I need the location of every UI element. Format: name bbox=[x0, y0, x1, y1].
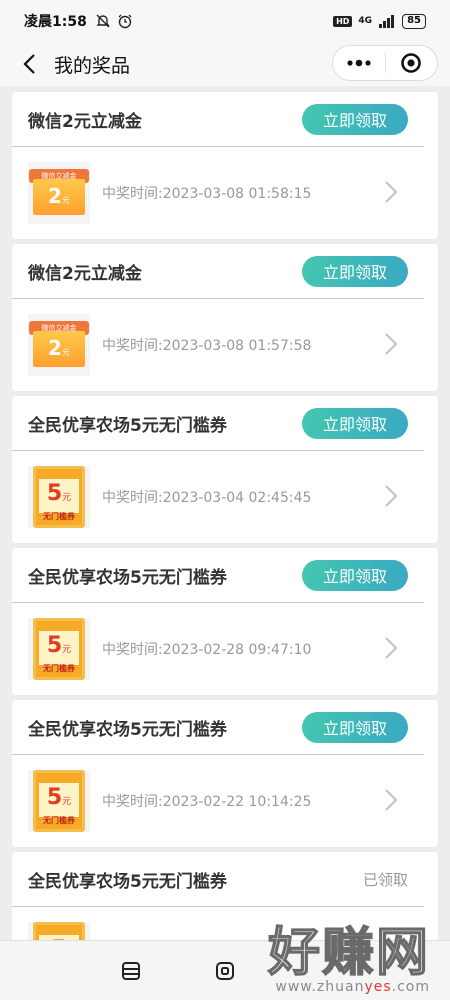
prize-thumbnail: 微信立减金 2元 bbox=[28, 162, 90, 224]
prize-title: 全民优享农场5元无门槛券 bbox=[28, 567, 227, 588]
mini-program-capsule bbox=[332, 45, 438, 81]
prize-thumbnail: 5元 无门槛券 bbox=[28, 466, 90, 528]
coupon-unit: 元 bbox=[62, 493, 72, 503]
signal-icon bbox=[379, 15, 395, 28]
prize-card: 全民优享农场5元无门槛券 立即领取 5元 无门槛券 中奖时间:2023-03-0… bbox=[12, 396, 438, 543]
back-arrow-icon[interactable] bbox=[12, 46, 48, 82]
coupon-label: 无门槛券 bbox=[43, 512, 75, 521]
coupon-amount: 2 bbox=[48, 184, 62, 208]
coupon-label: 无门槛券 bbox=[43, 816, 75, 825]
prize-thumbnail: 5元 无门槛券 bbox=[28, 618, 90, 680]
farm-coupon-image: 5元 无门槛券 bbox=[33, 618, 85, 680]
prize-card: 全民优享农场5元无门槛券 立即领取 5元 无门槛券 中奖时间:2023-02-2… bbox=[12, 700, 438, 847]
wechat-coupon-image: 微信立减金 2元 bbox=[29, 165, 89, 221]
prize-card-body[interactable]: 微信立减金 2元 中奖时间:2023-03-08 01:58:15 bbox=[12, 147, 438, 239]
win-time: 中奖时间:2023-02-22 10:14:25 bbox=[102, 794, 312, 810]
claim-button[interactable]: 立即领取 bbox=[302, 255, 408, 287]
coupon-amount: 2 bbox=[48, 336, 62, 360]
page-title: 我的奖品 bbox=[54, 54, 131, 77]
coupon-unit: 元 bbox=[62, 797, 72, 807]
claimed-status: 已领取 bbox=[362, 870, 408, 889]
chevron-right-icon[interactable] bbox=[384, 788, 398, 812]
prize-thumbnail: 5元 无门槛券 bbox=[28, 770, 90, 832]
prize-card-header: 微信2元立减金 立即领取 bbox=[12, 92, 424, 147]
prize-title: 全民优享农场5元无门槛券 bbox=[28, 719, 227, 740]
watermark-brand: 好赚网 bbox=[267, 922, 430, 984]
coupon-amount: 5 bbox=[46, 785, 63, 810]
claim-button[interactable]: 立即领取 bbox=[302, 711, 408, 743]
prize-card-body[interactable]: 5元 无门槛券 中奖时间:2023-02-28 09:47:10 bbox=[12, 603, 438, 695]
alarm-icon bbox=[118, 14, 132, 29]
target-circle-icon[interactable] bbox=[386, 46, 438, 80]
mute-bell-icon bbox=[96, 14, 110, 28]
site-watermark: 好赚网 www.zhuanyes.com bbox=[267, 910, 430, 995]
chevron-right-icon[interactable] bbox=[384, 180, 398, 204]
prize-card-header: 全民优享农场5元无门槛券 立即领取 bbox=[12, 548, 424, 603]
coupon-amount: 5 bbox=[46, 633, 63, 658]
home-square-icon[interactable] bbox=[215, 961, 235, 981]
chevron-right-icon[interactable] bbox=[384, 636, 398, 660]
chevron-right-icon[interactable] bbox=[384, 484, 398, 508]
watermark-url: www.zhuanyes.com bbox=[275, 979, 430, 995]
prize-list: 微信2元立减金 立即领取 微信立减金 2元 中奖时间:2023-03-08 01… bbox=[12, 92, 438, 1000]
prize-title: 微信2元立减金 bbox=[28, 111, 142, 132]
win-time: 中奖时间:2023-03-08 01:57:58 bbox=[102, 338, 312, 354]
win-time: 中奖时间:2023-03-04 02:45:45 bbox=[102, 490, 312, 506]
win-time: 中奖时间:2023-03-08 01:58:15 bbox=[102, 186, 312, 202]
claim-button[interactable]: 立即领取 bbox=[302, 559, 408, 591]
hd-badge: HD bbox=[333, 15, 353, 27]
battery-icon: 85 bbox=[402, 13, 426, 29]
status-bar: 凌晨1:58 HD 4G 85 bbox=[0, 0, 450, 42]
prize-title: 全民优享农场5元无门槛券 bbox=[28, 871, 227, 892]
status-time: 凌晨1:58 bbox=[24, 14, 87, 30]
prize-card: 全民优享农场5元无门槛券 立即领取 5元 无门槛券 中奖时间:2023-02-2… bbox=[12, 548, 438, 695]
coupon-unit: 元 bbox=[61, 196, 70, 205]
prize-thumbnail: 微信立减金 2元 bbox=[28, 314, 90, 376]
claim-button[interactable]: 立即领取 bbox=[302, 407, 408, 439]
coupon-amount: 5 bbox=[46, 481, 63, 506]
prize-card-body[interactable]: 微信立减金 2元 中奖时间:2023-03-08 01:57:58 bbox=[12, 299, 438, 391]
chevron-right-icon[interactable] bbox=[384, 332, 398, 356]
prize-title: 全民优享农场5元无门槛券 bbox=[28, 415, 227, 436]
coupon-label: 无门槛券 bbox=[43, 664, 75, 673]
prize-card-header: 全民优享农场5元无门槛券 已领取 bbox=[12, 852, 424, 907]
farm-coupon-image: 5元 无门槛券 bbox=[33, 466, 85, 528]
prize-title: 微信2元立减金 bbox=[28, 263, 142, 284]
prize-card-header: 全民优享农场5元无门槛券 立即领取 bbox=[12, 396, 424, 451]
prize-card: 微信2元立减金 立即领取 微信立减金 2元 中奖时间:2023-03-08 01… bbox=[12, 92, 438, 239]
more-dots-icon[interactable] bbox=[333, 46, 385, 80]
nav-bar: 我的奖品 bbox=[0, 42, 450, 86]
prize-card-body[interactable]: 5元 无门槛券 中奖时间:2023-02-22 10:14:25 bbox=[12, 755, 438, 847]
tabs-list-icon[interactable] bbox=[121, 961, 141, 981]
win-time: 中奖时间:2023-02-28 09:47:10 bbox=[102, 642, 312, 658]
coupon-unit: 元 bbox=[61, 348, 70, 357]
prize-card-header: 全民优享农场5元无门槛券 立即领取 bbox=[12, 700, 424, 755]
prize-card: 微信2元立减金 立即领取 微信立减金 2元 中奖时间:2023-03-08 01… bbox=[12, 244, 438, 391]
prize-card-body[interactable]: 5元 无门槛券 中奖时间:2023-03-04 02:45:45 bbox=[12, 451, 438, 543]
wechat-coupon-image: 微信立减金 2元 bbox=[29, 317, 89, 373]
farm-coupon-image: 5元 无门槛券 bbox=[33, 770, 85, 832]
claim-button[interactable]: 立即领取 bbox=[302, 103, 408, 135]
coupon-unit: 元 bbox=[62, 645, 72, 655]
network-label: 4G bbox=[358, 16, 373, 26]
prize-card-header: 微信2元立减金 立即领取 bbox=[12, 244, 424, 299]
